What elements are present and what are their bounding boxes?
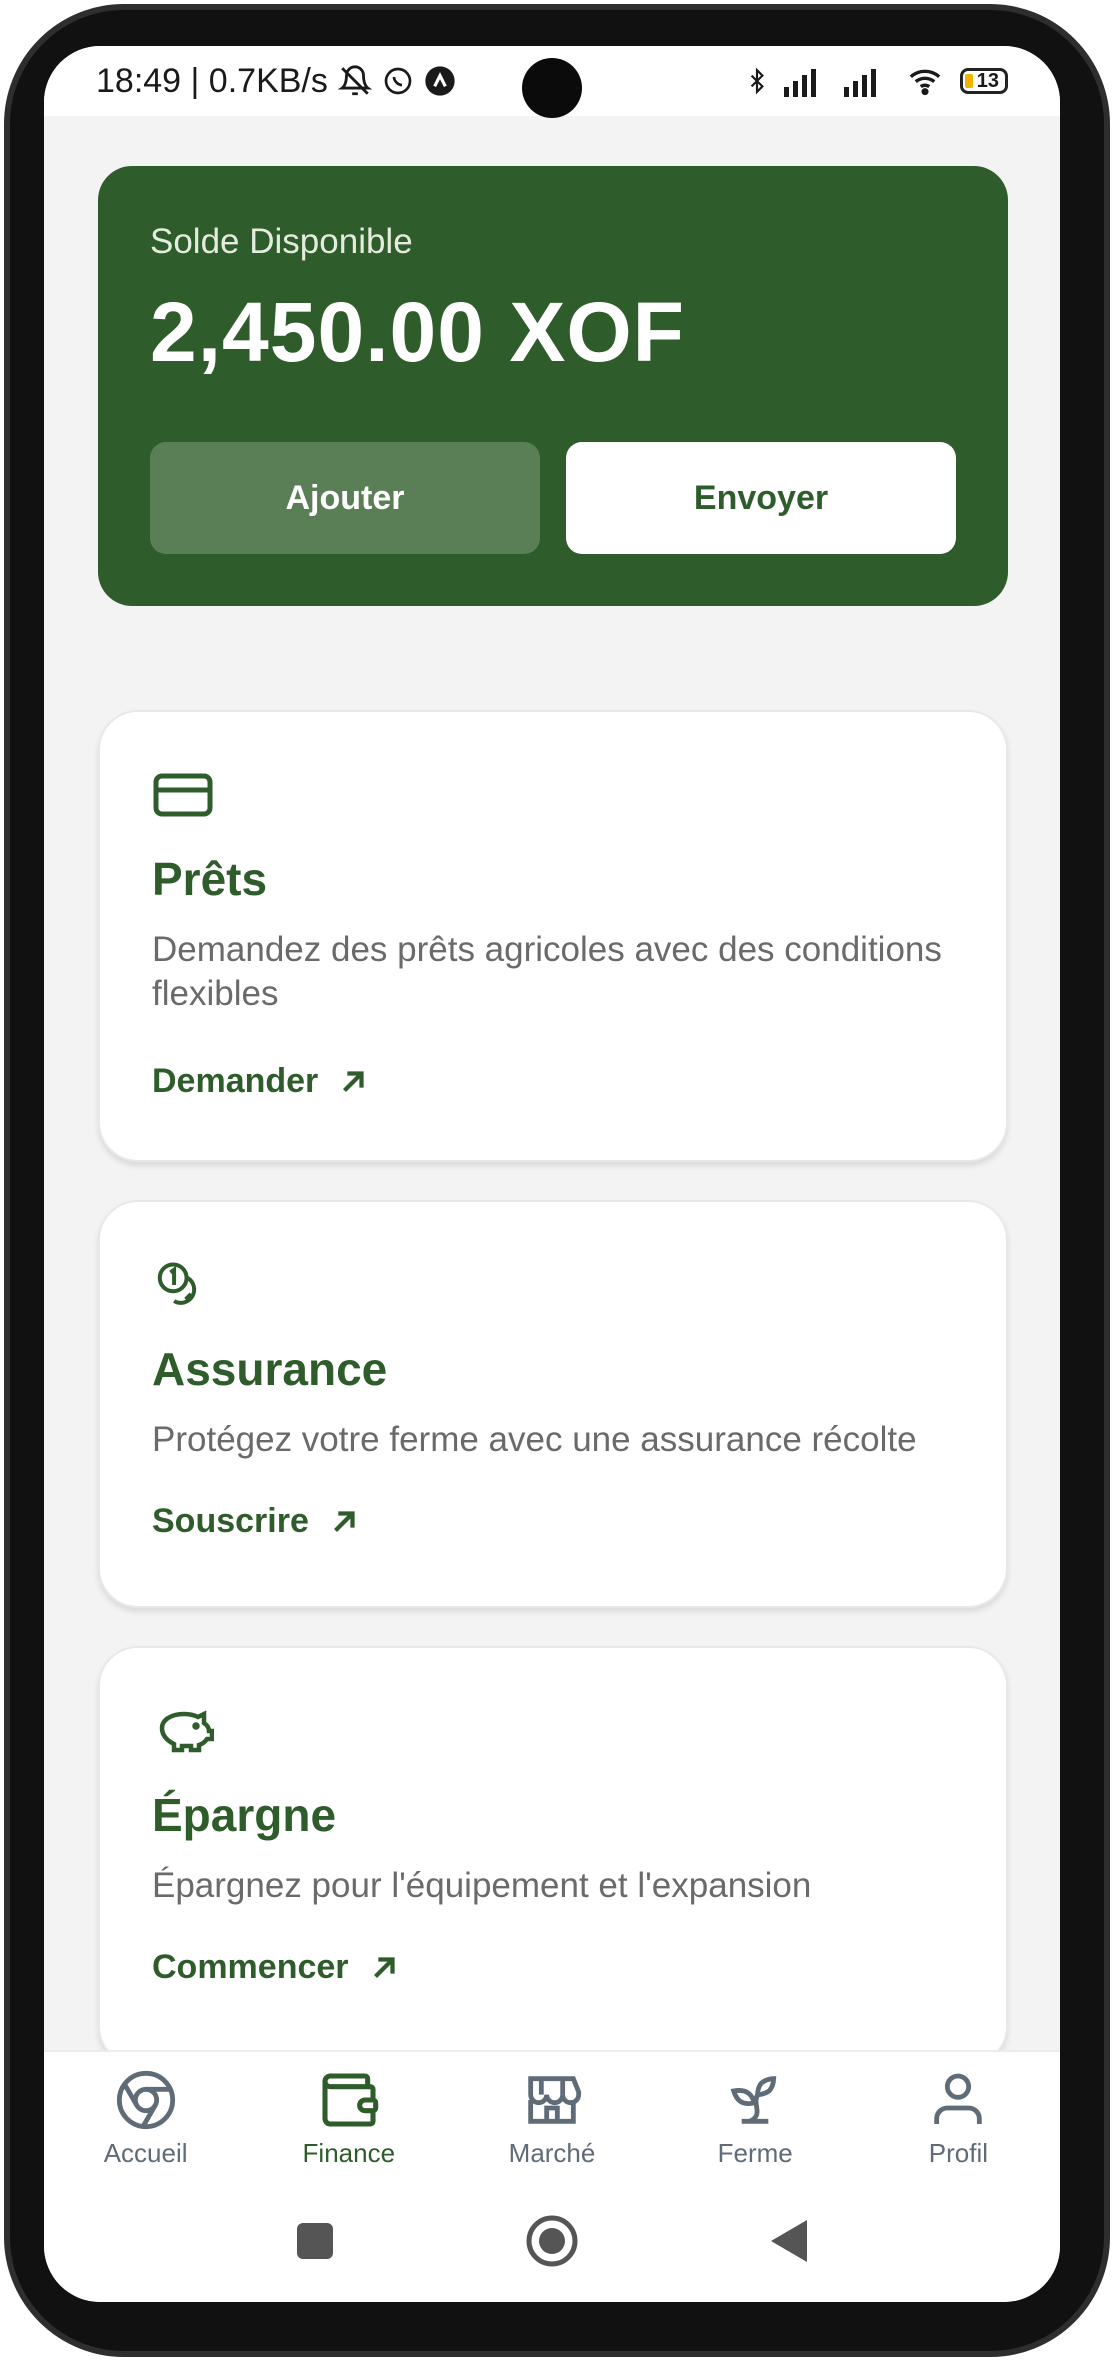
battery-indicator: 13 (959, 68, 1008, 94)
front-camera (522, 58, 582, 118)
link-label: Souscrire (152, 1502, 309, 1540)
card-title: Assurance (152, 1343, 388, 1395)
card-title: Épargne (152, 1789, 337, 1841)
circle-home-icon (526, 2215, 578, 2267)
app-screen: 18:49 | 0.7KB/s 13 Solde Disponible 2,45… (44, 46, 1060, 2302)
system-navigation-bar (44, 2180, 1060, 2302)
nav-item-accueil[interactable]: Accueil (44, 2052, 247, 2180)
signal-icon (783, 69, 816, 97)
savings-card[interactable]: Épargne Épargnez pour l'équipement et l'… (98, 1646, 1008, 2066)
balance-card: Solde Disponible 2,450.00 XOF Ajouter En… (98, 166, 1008, 606)
credit-card-icon (153, 773, 213, 817)
piggy-bank-icon (159, 1710, 214, 1753)
nav-item-finance[interactable]: Finance (247, 2052, 450, 2180)
start-savings-link[interactable]: Commencer (152, 1948, 401, 1987)
card-description: Épargnez pour l'équipement et l'expansio… (152, 1866, 812, 1905)
link-label: Commencer (152, 1948, 349, 1986)
loans-card[interactable]: Prêts Demandez des prêts agricoles avec … (98, 710, 1008, 1162)
nav-label: Finance (302, 2138, 396, 2168)
nav-label: Marché (508, 2138, 596, 2168)
balance-actions: Ajouter Envoyer (150, 442, 956, 554)
arrow-up-right-icon (373, 1956, 395, 1978)
recent-apps-button[interactable] (295, 2221, 335, 2261)
wifi-icon (909, 69, 941, 96)
arrow-up-right-icon (333, 1510, 355, 1532)
whatsapp-icon (384, 67, 412, 95)
balance-amount: 2,450.00 XOF (150, 285, 685, 379)
nav-item-profil[interactable]: Profil (857, 2052, 1060, 2180)
bottom-navigation: Accueil Finance Marché Ferme Profil (44, 2050, 1060, 2180)
signal-icon-2 (843, 69, 876, 97)
subscribe-insurance-link[interactable]: Souscrire (152, 1502, 361, 1541)
nav-label: Profil (928, 2138, 989, 2168)
bell-muted-icon (337, 65, 372, 96)
card-description: Demandez des prêts agricoles avec des co… (152, 930, 942, 1013)
nav-label: Ferme (717, 2138, 793, 2168)
user-icon (934, 2073, 983, 2124)
link-label: Demander (152, 1062, 319, 1100)
back-button[interactable] (769, 2218, 809, 2264)
add-funds-button[interactable]: Ajouter (150, 442, 540, 554)
arrow-up-right-icon (343, 1070, 364, 1092)
sprout-icon (730, 2076, 777, 2124)
apply-loan-link[interactable]: Demander (152, 1062, 370, 1101)
balance-label: Solde Disponible (150, 222, 413, 261)
chrome-icon (116, 2070, 175, 2130)
send-money-button[interactable]: Envoyer (566, 442, 956, 554)
wallet-icon (322, 2073, 378, 2127)
phone-device: 18:49 | 0.7KB/s 13 Solde Disponible 2,45… (0, 0, 1118, 2361)
card-description: Protégez votre ferme avec une assurance … (152, 1420, 917, 1459)
back-triangle-icon (771, 2220, 807, 2262)
app-notification-icon (425, 66, 455, 96)
insurance-card[interactable]: Assurance Protégez votre ferme avec une … (98, 1200, 1008, 1608)
square-icon (297, 2223, 333, 2259)
bluetooth-icon (750, 67, 764, 95)
nav-item-ferme[interactable]: Ferme (654, 2052, 857, 2180)
coins-icon (157, 1262, 197, 1305)
home-button[interactable] (525, 2214, 579, 2268)
card-title: Prêts (152, 853, 268, 905)
store-icon (528, 2076, 582, 2124)
nav-item-marche[interactable]: Marché (450, 2052, 653, 2180)
nav-label: Accueil (103, 2138, 188, 2168)
status-time-speed: 18:49 | 0.7KB/s (96, 61, 328, 100)
